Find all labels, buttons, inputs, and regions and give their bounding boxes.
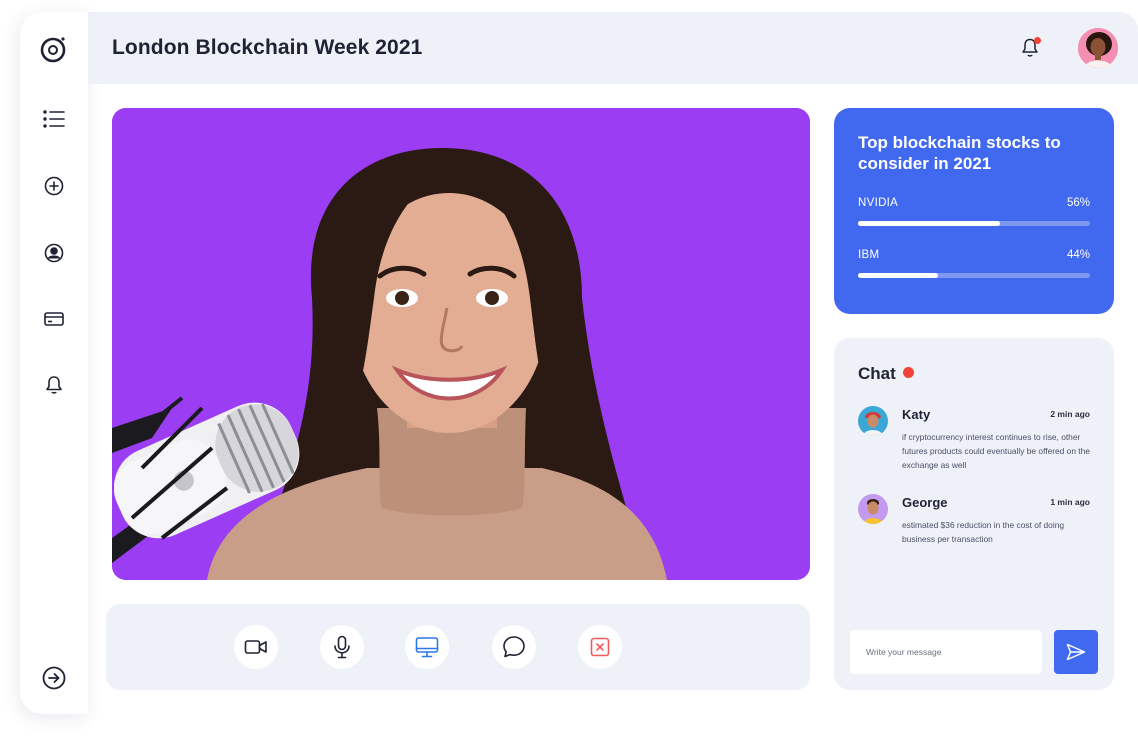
message-time: 2 min ago [1050,409,1090,419]
end-call-button[interactable] [578,625,622,669]
plus-circle-icon[interactable] [39,171,69,201]
message-text: if cryptocurrency interest continues to … [902,432,1090,470]
call-controls [106,604,810,690]
video-camera-icon [244,640,267,654]
video-camera-button[interactable] [234,625,278,669]
message-text: estimated $36 reduction in the cost of d… [902,520,1065,544]
screen-share-icon [415,637,439,658]
stock-progress-track [858,273,1090,278]
live-indicator [903,367,914,378]
stock-percent: 44% [1066,249,1090,261]
user-circle-icon[interactable] [39,238,69,268]
send-icon [1066,643,1086,661]
credit-card-icon[interactable] [39,304,69,334]
stock-percent: 56% [1066,197,1090,209]
sidebar [20,12,88,714]
video-feed [112,108,810,580]
stocks-card: Top blockchain stocks to consider in 202… [834,108,1114,314]
chat-panel: Chat Katy 2 min ago if cryptocurrency in… [834,338,1114,690]
logout-icon[interactable] [39,663,69,693]
stock-progress-fill [858,221,1000,226]
user-avatar[interactable] [1078,28,1118,68]
notification-badge [1034,37,1041,44]
chat-bubble-icon [503,636,525,658]
speaker-video-image [112,108,810,580]
list-icon[interactable] [39,104,69,134]
chat-button[interactable] [492,625,536,669]
stocks-title: Top blockchain stocks to consider in 202… [858,133,1061,173]
avatar[interactable] [858,406,888,436]
page-title: London Blockchain Week 2021 [112,36,423,59]
message-author: Katy [902,407,931,422]
app-root: London Blockchain Week 2021 Top blockcha… [0,0,1138,742]
microphone-button[interactable] [320,625,364,669]
screen-share-button[interactable] [405,625,449,669]
avatar[interactable] [858,494,888,524]
message-time: 1 min ago [1050,497,1090,507]
chat-title: Chat [858,364,896,383]
send-button[interactable] [1054,630,1098,674]
stock-name: NVIDIA [858,197,899,209]
notification-bell-icon[interactable] [1020,37,1042,59]
stock-progress-track [858,221,1090,226]
stock-name: IBM [858,249,880,261]
microphone-icon [334,635,350,659]
message-input[interactable] [850,630,1042,674]
end-call-icon [590,637,610,657]
header-bar: London Blockchain Week 2021 [88,12,1138,84]
message-author: George [902,495,948,510]
stock-progress-fill [858,273,939,278]
logo-icon[interactable] [39,34,69,64]
bell-icon[interactable] [39,370,69,400]
